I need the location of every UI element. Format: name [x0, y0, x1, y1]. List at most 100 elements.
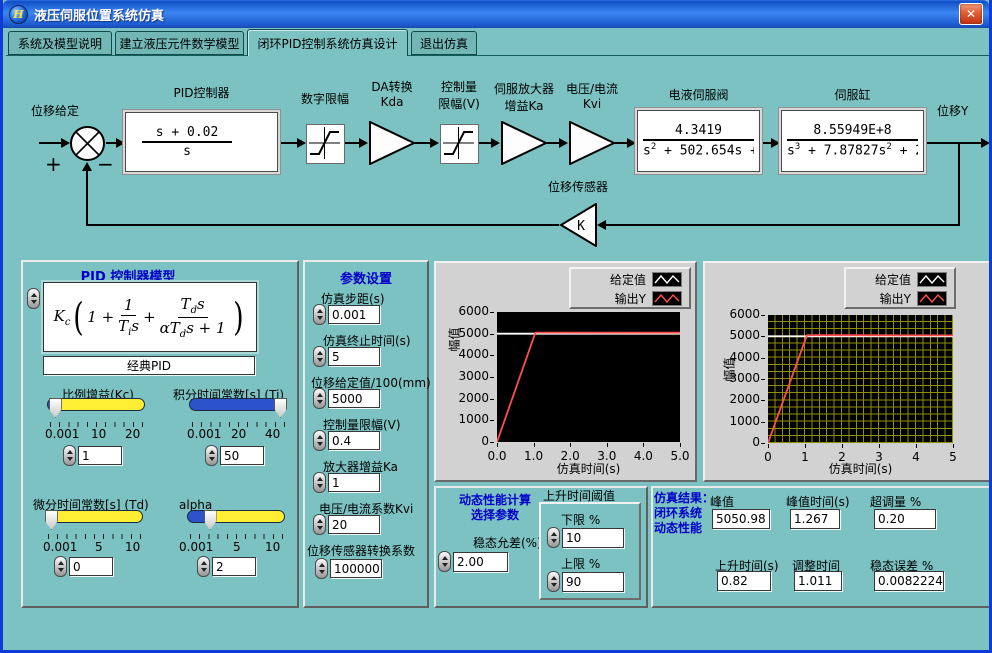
wire	[343, 142, 359, 144]
upper-limit-input[interactable]: 90	[562, 572, 624, 592]
tab-pid-simulation[interactable]: 闭环PID控制系统仿真设计	[247, 29, 408, 56]
td-slider-thumb[interactable]	[45, 510, 58, 530]
x-tick-dash	[534, 443, 535, 447]
kc-scale-max: 20	[125, 427, 140, 441]
x-tick-label: 2	[822, 450, 862, 464]
plot-area[interactable]	[497, 312, 680, 442]
kc-slider[interactable]	[47, 398, 145, 428]
x-tick-dash	[497, 443, 498, 447]
param-spinner-kvi[interactable]	[313, 514, 326, 535]
param-spinner-amp-gain[interactable]	[313, 472, 326, 493]
close-button[interactable]: ✕	[959, 3, 983, 25]
y-tick-dash	[490, 355, 494, 356]
pid-type-display[interactable]: 经典PID	[43, 356, 255, 375]
kc-value-input[interactable]: 1	[78, 446, 122, 465]
valve-transfer-block[interactable]: 4.3419 s2 + 502.654s + 25	[637, 110, 760, 172]
plus-sign: +	[45, 152, 62, 176]
arrowhead	[359, 138, 368, 148]
param-input-ctrl-limit[interactable]: 0.4	[328, 431, 380, 450]
alpha-value-input[interactable]: 2	[212, 557, 256, 576]
td-slider[interactable]	[45, 510, 143, 540]
param-spinner-sensor-coef[interactable]	[315, 558, 328, 579]
servo-amp-triangle-icon[interactable]	[501, 121, 547, 165]
upper-limit-spinner[interactable]	[547, 571, 560, 592]
ti-slider-thumb[interactable]	[274, 398, 287, 418]
param-spinner-step[interactable]	[313, 304, 326, 325]
param-input-sensor-coef[interactable]: 100000	[330, 559, 382, 578]
tolerance-input[interactable]: 2.00	[453, 552, 508, 572]
arrowhead	[597, 220, 606, 230]
td-spinner[interactable]	[54, 556, 67, 577]
x-tick-label: 3	[859, 450, 899, 464]
arrowhead	[297, 138, 306, 148]
alpha-slider-thumb[interactable]	[204, 510, 217, 530]
param-input-kvi[interactable]: 20	[328, 515, 380, 534]
valve-numerator: 4.3419	[643, 123, 754, 141]
ti-value-input[interactable]: 50	[220, 446, 264, 465]
param-input-step[interactable]: 0.001	[328, 305, 380, 324]
param-input-amp-gain[interactable]: 1	[328, 473, 380, 492]
x-tick-label: 4.0	[623, 449, 663, 463]
plot-area[interactable]	[768, 315, 953, 443]
ti-spinner[interactable]	[205, 445, 218, 466]
y-tick-label: 2000	[720, 392, 760, 406]
da-gain-triangle-icon[interactable]	[369, 121, 415, 165]
tolerance-label: 稳态允差(%)	[473, 534, 542, 551]
alpha-slider[interactable]	[187, 510, 285, 540]
lower-limit-input[interactable]: 10	[562, 528, 624, 548]
ti-scale-min: 0.001	[187, 427, 221, 441]
digital-limit-label: 数字限幅	[295, 90, 355, 107]
app-icon: H	[9, 5, 28, 24]
param-spinner-endtime[interactable]	[313, 346, 326, 367]
vi-gain-triangle-icon[interactable]	[569, 121, 615, 165]
param-input-setpoint[interactable]: 5000	[328, 389, 380, 408]
output-legend-icon	[917, 291, 947, 306]
wire	[106, 142, 116, 144]
tab-build-model[interactable]: 建立液压元件数学模型	[115, 31, 244, 55]
param-spinner-ctrl-limit[interactable]	[313, 430, 326, 451]
x-tick-label: 2.0	[550, 449, 590, 463]
param-spinner-setpoint[interactable]	[313, 388, 326, 409]
sensor-gain-triangle-icon[interactable]: K	[559, 203, 597, 247]
wire	[547, 142, 559, 144]
arrowhead	[771, 138, 780, 148]
dyn-heading-2: 选择参数	[439, 506, 551, 523]
param-input-endtime[interactable]: 5	[328, 347, 380, 366]
feedback-wire	[606, 224, 960, 226]
kc-slider-thumb[interactable]	[49, 398, 62, 418]
vi-gain-label: 电压/电流Kvi	[557, 80, 627, 111]
results-heading-3: 动态性能	[654, 519, 702, 536]
tab-system-description[interactable]: 系统及模型说明	[8, 31, 112, 55]
ctrl-limit-saturation-icon[interactable]	[440, 124, 479, 164]
kc-spinner[interactable]	[63, 445, 76, 466]
td-scale-mid: 5	[95, 540, 103, 554]
td-value-input[interactable]: 0	[69, 557, 113, 576]
cylinder-transfer-block[interactable]: 8.55949E+8 s3 + 7.87827s2 + 2.3993	[781, 110, 924, 172]
title-bar[interactable]: H 液压伺服位置系统仿真 ✕	[3, 0, 989, 28]
tolerance-spinner[interactable]	[438, 551, 451, 572]
rise-time-value: 0.82	[717, 571, 771, 591]
response-chart[interactable]: 给定值 输出Y 幅值 仿真时间(s) 010002000300040005000…	[434, 261, 697, 482]
x-tick-dash	[842, 444, 843, 448]
y-tick-label: 0	[720, 435, 760, 449]
cylinder-denominator: s3 + 7.87827s2 + 2.3993	[787, 141, 918, 158]
y-tick-dash	[761, 315, 765, 316]
x-tick-dash	[570, 443, 571, 447]
digital-limit-saturation-icon[interactable]	[306, 124, 345, 164]
pid-transfer-block[interactable]: s + 0.02 s	[125, 112, 278, 172]
lower-limit-spinner[interactable]	[547, 527, 560, 548]
x-tick-label: 4	[896, 450, 936, 464]
y-tick-dash	[761, 379, 765, 380]
ti-scale-max: 40	[265, 427, 280, 441]
alpha-scale-mid: 5	[233, 540, 241, 554]
alpha-spinner[interactable]	[197, 556, 210, 577]
pid-type-spinner[interactable]	[27, 288, 40, 309]
ti-slider[interactable]	[189, 398, 287, 428]
setpoint-legend-icon	[917, 272, 947, 287]
diagram-input-label: 位移给定	[31, 102, 79, 119]
x-tick-dash	[607, 443, 608, 447]
x-tick-label: 1.0	[514, 449, 554, 463]
response-chart-grid[interactable]: 给定值 输出Y 幅值 仿真时间(s) 010002000300040005000…	[703, 261, 992, 482]
overshoot-label: 超调量 %	[870, 493, 921, 510]
tab-exit[interactable]: 退出仿真	[411, 31, 477, 55]
